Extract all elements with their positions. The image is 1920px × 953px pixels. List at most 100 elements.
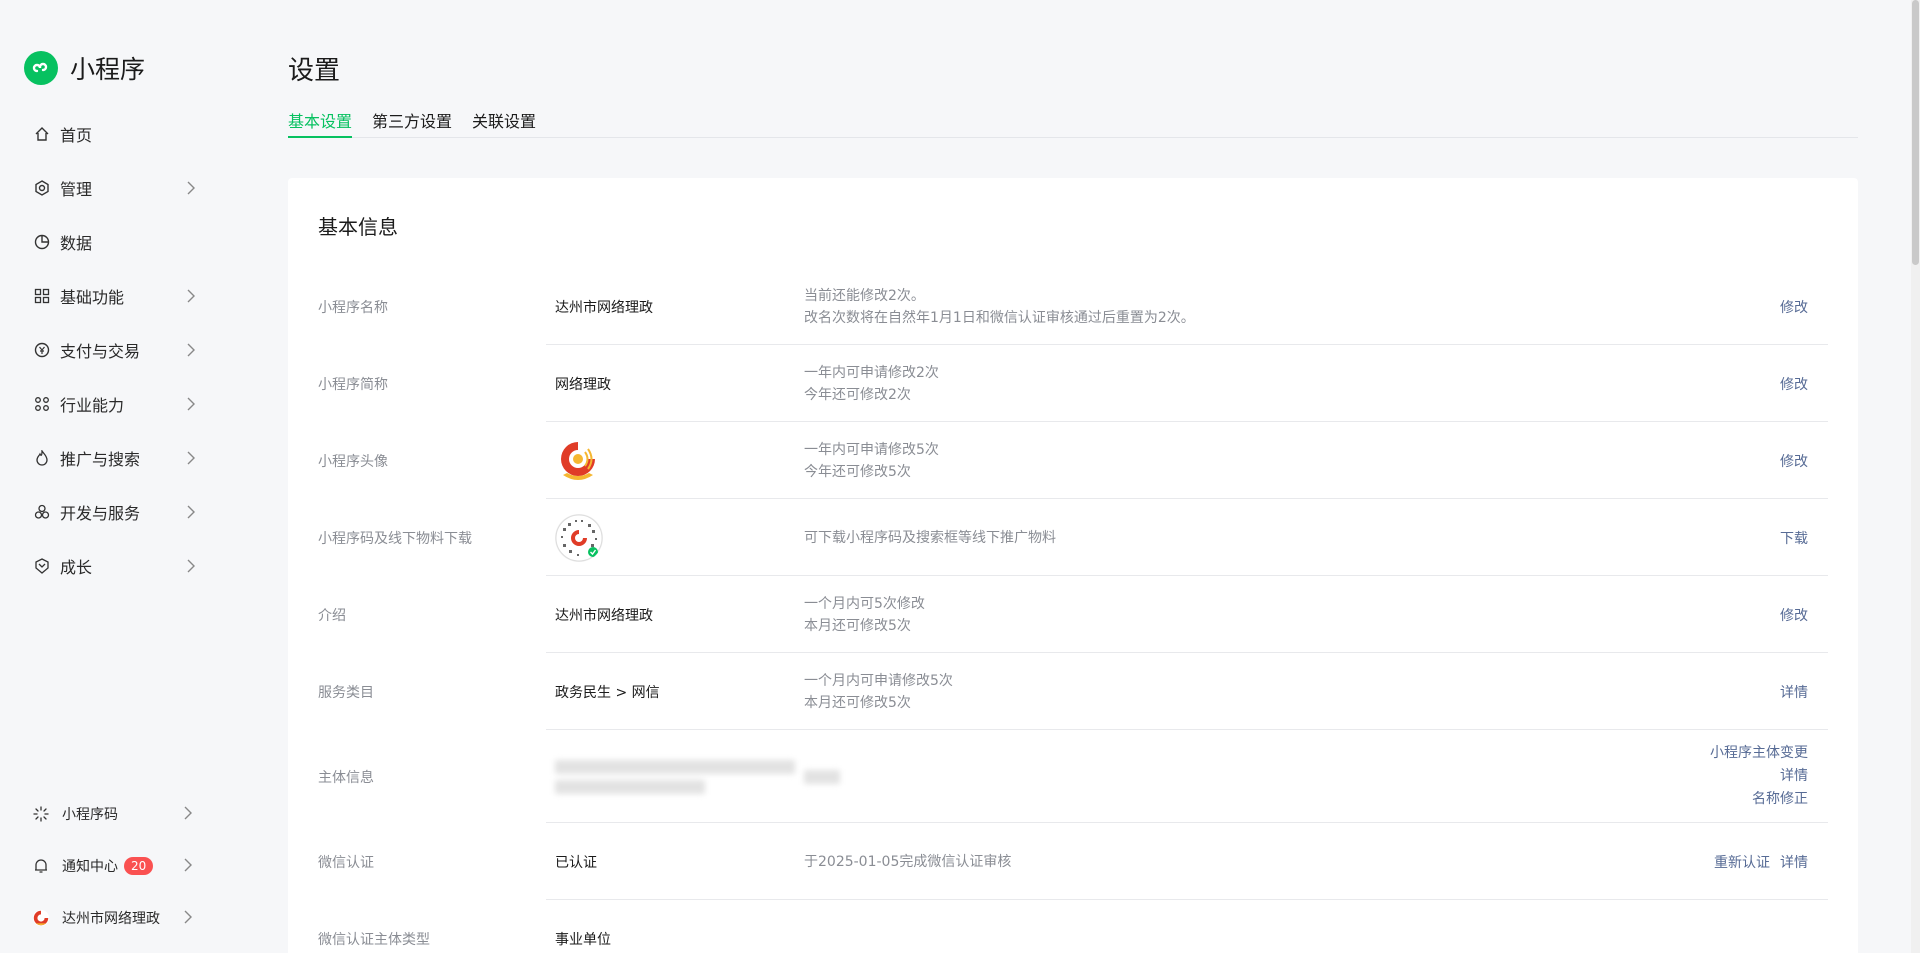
info-row-entity: 主体信息 小程序主体变更 详情 名称修正	[318, 730, 1828, 823]
nav-item-growth[interactable]: 成长	[0, 539, 230, 593]
row-value: 网络理政	[555, 376, 611, 393]
app-avatar-image	[555, 437, 601, 484]
bottom-item-label: 通知中心	[62, 859, 118, 875]
name-correction-link[interactable]: 名称修正	[1752, 788, 1808, 811]
row-label: 主体信息	[318, 769, 374, 786]
tab-related-settings[interactable]: 关联设置	[472, 108, 536, 138]
nav-item-payment[interactable]: 支付与交易	[0, 323, 230, 377]
row-desc: 于2025-01-05完成微信认证审核	[804, 823, 1011, 900]
bell-icon	[32, 857, 50, 875]
mini-program-logo-icon	[24, 51, 58, 85]
desc-line: 改名次数将在自然年1月1日和微信认证审核通过后重置为2次。	[804, 309, 1195, 326]
row-value-redacted	[555, 730, 795, 823]
grid-icon	[33, 287, 51, 305]
desc-line: 今年还可修改5次	[804, 463, 911, 480]
brand-title: 小程序	[70, 55, 146, 84]
row-label: 微信认证主体类型	[318, 931, 430, 948]
nav-item-industry[interactable]: 行业能力	[0, 377, 230, 431]
row-actions: 修改	[1770, 268, 1808, 345]
info-row-service-category: 服务类目 政务民生 > 网信 一个月内可申请修改5次 本月还可修改5次 详情	[318, 653, 1828, 730]
nav-label: 管理	[60, 180, 93, 199]
redacted-text	[804, 769, 840, 784]
entity-change-link[interactable]: 小程序主体变更	[1710, 742, 1808, 765]
chevron-right-icon	[187, 342, 195, 361]
desc-line: 一个月内可5次修改	[804, 595, 925, 612]
nav-item-dev-service[interactable]: 开发与服务	[0, 485, 230, 539]
row-value: 已认证	[555, 854, 597, 871]
nav-item-basic-features[interactable]: 基础功能	[0, 269, 230, 323]
scrollbar-thumb[interactable]	[1912, 0, 1919, 265]
bottom-item-account[interactable]: 达州市网络理政	[0, 892, 230, 944]
tab-basic-settings[interactable]: 基本设置	[288, 108, 353, 138]
chevron-right-icon	[187, 180, 195, 199]
nav-label: 基础功能	[60, 288, 125, 307]
promotion-icon	[33, 449, 51, 467]
modify-link[interactable]: 修改	[1780, 605, 1808, 625]
details-link[interactable]: 详情	[1780, 852, 1808, 872]
tab-third-party-settings[interactable]: 第三方设置	[372, 108, 452, 138]
page-scrollbar[interactable]	[1911, 0, 1920, 953]
row-actions: 详情	[1770, 653, 1808, 730]
row-label: 小程序名称	[318, 299, 388, 316]
row-actions: 修改	[1770, 345, 1808, 422]
info-row-name: 小程序名称 达州市网络理政 当前还能修改2次。 改名次数将在自然年1月1日和微信…	[318, 268, 1828, 345]
desc-line: 于2025-01-05完成微信认证审核	[804, 853, 1012, 870]
info-row-short-name: 小程序简称 网络理政 一年内可申请修改2次 今年还可修改2次 修改	[318, 345, 1828, 422]
bottom-item-label: 达州市网络理政	[62, 911, 160, 927]
desc-line: 一个月内可申请修改5次	[804, 672, 953, 689]
chevron-right-icon	[187, 288, 195, 307]
row-label: 介绍	[318, 607, 346, 624]
nav-label: 支付与交易	[60, 342, 141, 361]
row-desc: 一年内可申请修改5次 今年还可修改5次	[804, 422, 939, 499]
row-desc: 一个月内可申请修改5次 本月还可修改5次	[804, 653, 953, 730]
nav-label: 开发与服务	[60, 504, 141, 523]
nav-item-promotion[interactable]: 推广与搜索	[0, 431, 230, 485]
row-value: 事业单位	[555, 931, 611, 948]
sidebar: 小程序 首页 管理 数据 基础功能 支付与交易 行业能力 推广与搜索 开发与服务…	[0, 0, 230, 953]
row-actions: 下载	[1770, 499, 1808, 576]
chevron-right-icon	[187, 396, 195, 415]
page-title: 设置	[288, 56, 341, 86]
notification-count-badge: 20	[124, 857, 154, 875]
bottom-nav: 小程序码 通知中心 20 达州市网络理政	[0, 788, 230, 944]
nav-item-data[interactable]: 数据	[0, 215, 230, 269]
info-row-wechat-certification: 微信认证 已认证 于2025-01-05完成微信认证审核 重新认证 详情	[318, 823, 1828, 900]
row-actions: 小程序主体变更 详情 名称修正	[1700, 730, 1808, 823]
details-link[interactable]: 详情	[1780, 765, 1808, 788]
modify-link[interactable]: 修改	[1780, 297, 1808, 317]
row-label: 小程序简称	[318, 376, 388, 393]
main-nav: 首页 管理 数据 基础功能 支付与交易 行业能力 推广与搜索 开发与服务 成长	[0, 107, 230, 593]
growth-icon	[33, 557, 51, 575]
chevron-right-icon	[187, 450, 195, 469]
details-link[interactable]: 详情	[1780, 682, 1808, 702]
qrcode-icon	[32, 805, 50, 823]
row-desc: 可下载小程序码及搜索框等线下推广物料	[804, 499, 1056, 576]
row-actions: 修改	[1770, 422, 1808, 499]
brand[interactable]: 小程序	[24, 50, 145, 86]
data-pie-icon	[33, 233, 51, 251]
row-value	[555, 499, 603, 576]
bottom-item-qrcode[interactable]: 小程序码	[0, 788, 230, 840]
download-link[interactable]: 下载	[1780, 528, 1808, 548]
modify-link[interactable]: 修改	[1780, 374, 1808, 394]
desc-line: 一年内可申请修改5次	[804, 441, 939, 458]
bottom-item-label: 小程序码	[62, 807, 118, 823]
bottom-item-notify[interactable]: 通知中心 20	[0, 840, 230, 892]
desc-line: 可下载小程序码及搜索框等线下推广物料	[804, 529, 1056, 546]
nav-item-home[interactable]: 首页	[0, 107, 230, 161]
info-row-qrcode: 小程序码及线下物料下载 可下载小程序码及搜索框等线下推广物料 下载	[318, 499, 1828, 576]
row-value: 达州市网络理政	[555, 299, 653, 316]
nav-item-manage[interactable]: 管理	[0, 161, 230, 215]
redacted-text	[555, 759, 795, 774]
recertify-link[interactable]: 重新认证	[1714, 852, 1770, 872]
chevron-right-icon	[184, 806, 192, 824]
modify-link[interactable]: 修改	[1780, 451, 1808, 471]
nav-label: 首页	[60, 126, 93, 145]
basic-info-card: 基本信息 小程序名称 达州市网络理政 当前还能修改2次。 改名次数将在自然年1月…	[288, 178, 1858, 953]
mini-program-code-image	[555, 513, 603, 562]
chevron-right-icon	[184, 910, 192, 928]
desc-line: 一年内可申请修改2次	[804, 364, 939, 381]
card-title: 基本信息	[318, 215, 398, 239]
row-desc: 一个月内可5次修改 本月还可修改5次	[804, 576, 925, 653]
nav-label: 行业能力	[60, 396, 125, 415]
